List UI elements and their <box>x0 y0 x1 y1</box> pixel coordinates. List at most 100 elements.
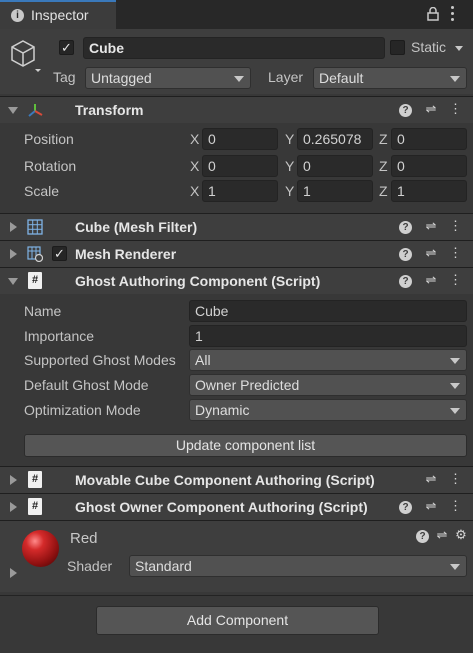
mesh-filter-title: Cube (Mesh Filter) <box>75 219 198 235</box>
help-icon[interactable]: ? <box>399 221 412 234</box>
preset-sliders-icon[interactable]: ⇌ <box>425 245 437 261</box>
add-component-button[interactable]: Add Component <box>96 606 379 635</box>
foldout-closed-icon[interactable] <box>10 475 17 485</box>
ghost-owner-title: Ghost Owner Component Authoring (Script) <box>75 499 368 515</box>
supported-ghost-modes-label: Supported Ghost Modes <box>24 352 176 368</box>
movable-cube-title: Movable Cube Component Authoring (Script… <box>75 472 375 488</box>
mesh-filter-header[interactable]: Cube (Mesh Filter) ? ⇌ ⋮ <box>0 213 473 240</box>
z-axis-label: Z <box>379 131 388 147</box>
cube-icon <box>11 40 41 72</box>
supported-ghost-modes-value: All <box>195 352 211 368</box>
foldout-open-icon[interactable] <box>8 278 18 285</box>
chevron-down-icon <box>450 564 460 570</box>
position-x-input[interactable]: 0 <box>202 128 278 150</box>
tag-dropdown[interactable]: Untagged <box>85 67 251 89</box>
optimization-mode-label: Optimization Mode <box>24 402 141 418</box>
chevron-down-icon <box>234 76 244 82</box>
kebab-menu-icon[interactable]: ⋮ <box>449 471 462 487</box>
mesh-renderer-enabled-checkbox[interactable]: ✓ <box>52 246 67 261</box>
supported-ghost-modes-dropdown[interactable]: All <box>189 349 467 371</box>
preset-sliders-icon[interactable]: ⇌ <box>425 101 437 117</box>
script-icon: # <box>28 272 42 289</box>
x-axis-label: X <box>190 183 200 199</box>
shader-value: Standard <box>135 558 192 574</box>
divider <box>0 595 473 596</box>
help-icon[interactable]: ? <box>399 501 412 514</box>
tab-title: Inspector <box>31 7 89 23</box>
static-label: Static <box>411 39 447 55</box>
preset-sliders-icon[interactable]: ⇌ <box>425 218 437 234</box>
material-section: Red ? ⇌ ⚙ Shader Standard <box>0 520 473 592</box>
chevron-down-icon <box>450 383 460 389</box>
preset-sliders-icon[interactable]: ⇌ <box>425 498 437 514</box>
layer-value: Default <box>319 70 364 86</box>
default-ghost-mode-value: Owner Predicted <box>195 377 300 393</box>
foldout-closed-icon[interactable] <box>10 222 17 232</box>
mesh-renderer-icon <box>27 246 43 262</box>
foldout-closed-icon[interactable] <box>10 502 17 512</box>
update-component-list-button[interactable]: Update component list <box>24 434 467 457</box>
kebab-menu-icon[interactable] <box>451 6 455 21</box>
kebab-menu-icon[interactable]: ⋮ <box>449 498 462 514</box>
inspector-tab[interactable]: i Inspector <box>0 0 116 29</box>
shader-dropdown[interactable]: Standard <box>129 555 467 577</box>
scale-x-input[interactable]: 1 <box>202 180 278 202</box>
help-icon[interactable]: ? <box>399 104 412 117</box>
static-dropdown-arrow[interactable] <box>455 46 463 51</box>
gear-icon[interactable]: ⚙ <box>455 527 467 543</box>
preset-sliders-icon[interactable]: ⇌ <box>425 471 437 487</box>
default-ghost-mode-label: Default Ghost Mode <box>24 377 149 393</box>
material-name: Red <box>70 530 98 547</box>
mesh-renderer-header[interactable]: ✓ Mesh Renderer ? ⇌ ⋮ <box>0 240 473 267</box>
foldout-open-icon[interactable] <box>8 107 18 114</box>
importance-input[interactable]: 1 <box>189 325 467 347</box>
chevron-down-icon <box>450 76 460 82</box>
ghost-authoring-title: Ghost Authoring Component (Script) <box>75 273 321 289</box>
kebab-menu-icon[interactable]: ⋮ <box>449 245 462 261</box>
lock-icon[interactable] <box>427 7 439 21</box>
z-axis-label: Z <box>379 158 388 174</box>
position-y-input[interactable]: 0.265078 <box>297 128 373 150</box>
rotation-z-input[interactable]: 0 <box>391 155 467 177</box>
object-name-input[interactable]: Cube <box>83 37 385 59</box>
material-preview-sphere[interactable] <box>22 530 59 567</box>
kebab-menu-icon[interactable]: ⋮ <box>449 101 462 117</box>
kebab-menu-icon[interactable]: ⋮ <box>449 218 462 234</box>
scale-z-input[interactable]: 1 <box>391 180 467 202</box>
default-ghost-mode-dropdown[interactable]: Owner Predicted <box>189 374 467 396</box>
optimization-mode-dropdown[interactable]: Dynamic <box>189 399 467 421</box>
z-axis-label: Z <box>379 183 388 199</box>
script-icon: # <box>28 498 42 515</box>
mesh-filter-icon <box>27 219 43 235</box>
layer-dropdown[interactable]: Default <box>313 67 467 89</box>
kebab-menu-icon[interactable]: ⋮ <box>449 272 462 288</box>
active-checkbox[interactable]: ✓ <box>59 40 74 55</box>
preset-sliders-icon[interactable]: ⇌ <box>436 527 448 543</box>
transform-header[interactable]: Transform ? ⇌ ⋮ <box>0 96 473 123</box>
position-z-input[interactable]: 0 <box>391 128 467 150</box>
movable-cube-header[interactable]: # Movable Cube Component Authoring (Scri… <box>0 466 473 493</box>
foldout-closed-icon[interactable] <box>10 568 17 578</box>
tag-label: Tag <box>53 69 76 85</box>
y-axis-label: Y <box>285 131 295 147</box>
help-icon[interactable]: ? <box>399 248 412 261</box>
importance-label: Importance <box>24 328 95 344</box>
help-icon[interactable]: ? <box>399 275 412 288</box>
rotation-label: Rotation <box>24 158 77 174</box>
help-icon[interactable]: ? <box>416 530 429 543</box>
foldout-closed-icon[interactable] <box>10 249 17 259</box>
name-input[interactable]: Cube <box>189 300 467 322</box>
rotation-y-input[interactable]: 0 <box>297 155 373 177</box>
ghost-authoring-header[interactable]: # Ghost Authoring Component (Script) ? ⇌… <box>0 267 473 294</box>
optimization-mode-value: Dynamic <box>195 402 250 418</box>
static-checkbox[interactable] <box>390 40 405 55</box>
rotation-x-input[interactable]: 0 <box>202 155 278 177</box>
script-icon: # <box>28 471 42 488</box>
scale-y-input[interactable]: 1 <box>297 180 373 202</box>
y-axis-label: Y <box>285 158 295 174</box>
shader-label: Shader <box>67 558 113 574</box>
preset-sliders-icon[interactable]: ⇌ <box>425 272 437 288</box>
transform-axes-icon <box>28 104 43 117</box>
ghost-owner-header[interactable]: # Ghost Owner Component Authoring (Scrip… <box>0 493 473 520</box>
position-label: Position <box>24 131 74 147</box>
